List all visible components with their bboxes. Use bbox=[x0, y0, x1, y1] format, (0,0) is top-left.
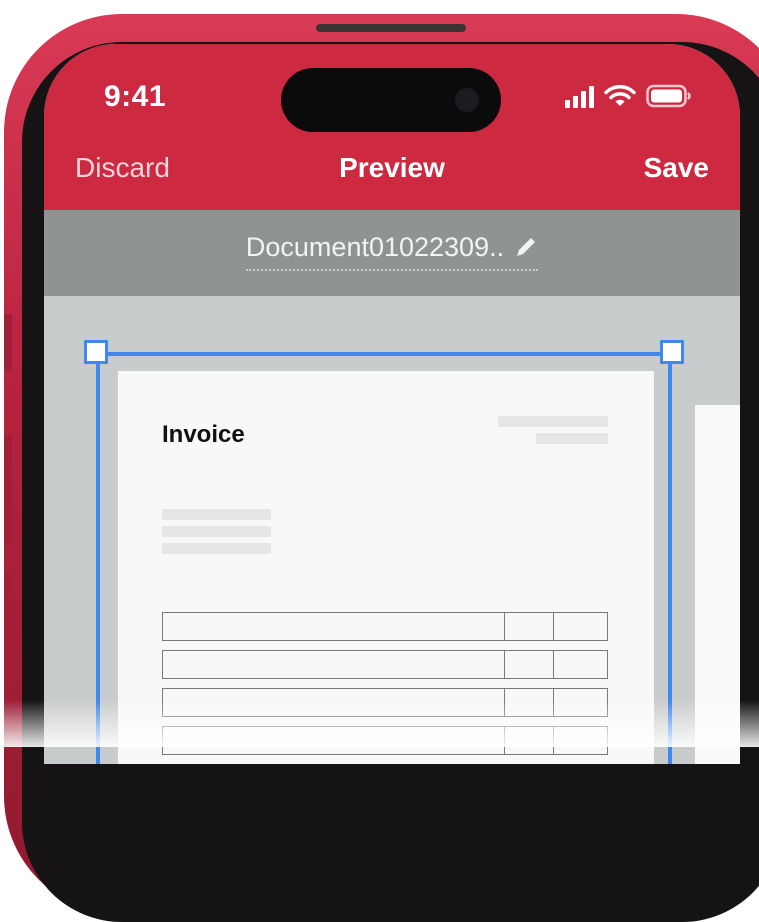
discard-button[interactable]: Discard bbox=[75, 152, 170, 184]
document-name: Document01022309.. bbox=[245, 231, 505, 262]
save-button[interactable]: Save bbox=[644, 152, 709, 184]
crop-handle-top-right[interactable] bbox=[660, 340, 684, 364]
status-time: 9:41 bbox=[104, 80, 167, 113]
preview-canvas: Invoice bbox=[44, 296, 740, 764]
pencil-icon[interactable] bbox=[514, 235, 538, 259]
speaker-grille bbox=[316, 24, 466, 32]
dynamic-island bbox=[281, 68, 501, 132]
battery-icon bbox=[646, 84, 691, 108]
phone-screen: 9:41 Preview Discard Save Document010223… bbox=[44, 44, 740, 764]
crop-handle-top-left[interactable] bbox=[84, 340, 108, 364]
side-button bbox=[4, 574, 12, 684]
status-icons bbox=[565, 84, 692, 108]
side-button bbox=[4, 434, 12, 544]
camera-icon bbox=[455, 88, 479, 112]
cellular-signal-icon bbox=[565, 86, 594, 108]
bottom-fade bbox=[0, 700, 759, 747]
side-button bbox=[4, 314, 12, 372]
wifi-icon bbox=[604, 85, 636, 106]
app-header: 9:41 Preview Discard Save bbox=[44, 44, 740, 210]
document-name-bar: Document01022309.. bbox=[44, 210, 740, 296]
document-name-field[interactable]: Document01022309.. bbox=[245, 231, 539, 271]
